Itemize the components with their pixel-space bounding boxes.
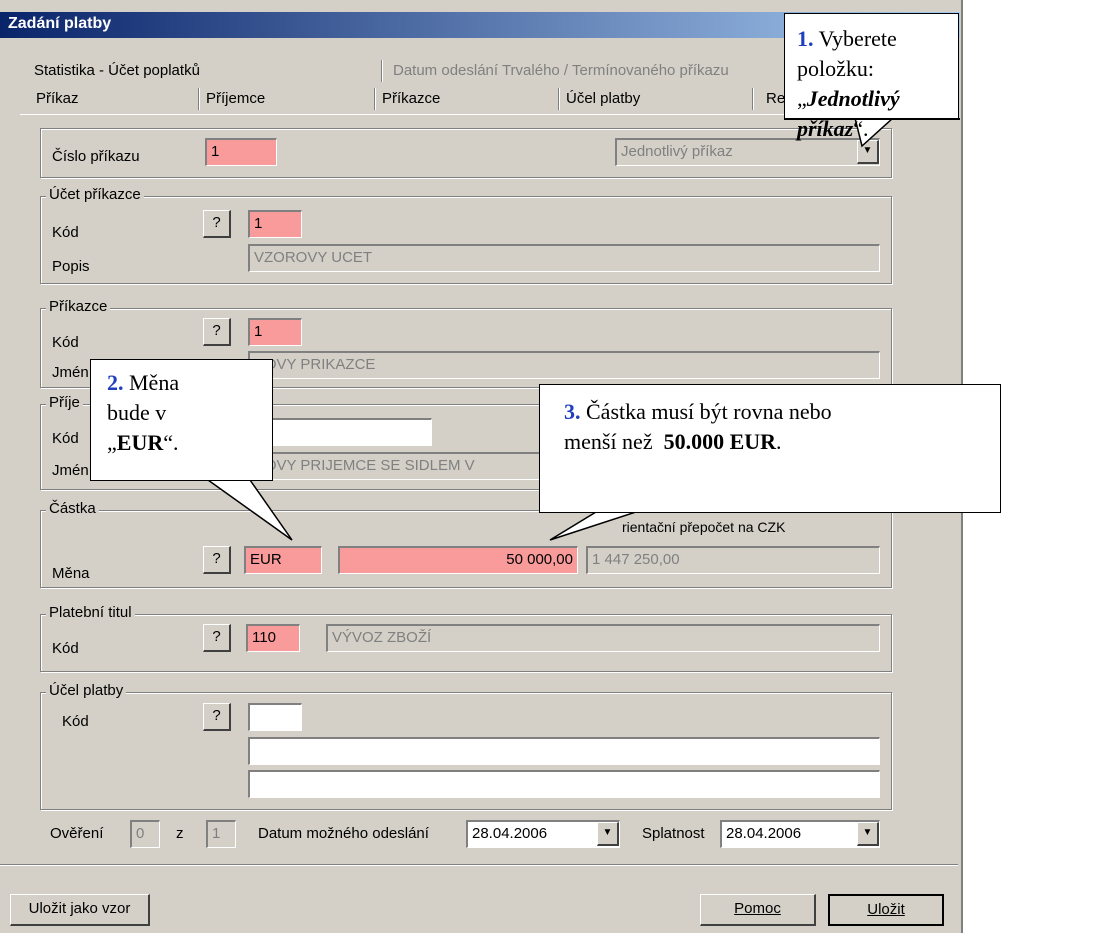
callout-2-bold: EUR — [116, 430, 164, 455]
prikazce-kod-label: Kód — [52, 334, 79, 351]
overeni-label: Ověření — [50, 825, 104, 842]
tab-separator — [374, 88, 376, 110]
callout-1-bottom — [784, 118, 960, 120]
ulozit-button[interactable]: Uložit — [828, 894, 944, 926]
prijemce-kod-label: Kód — [52, 430, 79, 447]
callout-2: 2. Měna bude v „EUR“. — [90, 359, 273, 481]
datum-label: Datum možného odeslání — [258, 825, 429, 842]
splatnost-select[interactable]: 28.04.2006 — [720, 820, 880, 848]
tab-ucel-platby[interactable]: Účel platby — [566, 90, 640, 107]
castka-input[interactable]: 50 000,00 — [338, 546, 578, 574]
callout-1: 1. Vyberete položku: „Jednotlivý příkaz“… — [784, 13, 959, 141]
ucel-kod-label: Kód — [62, 713, 89, 730]
callout-3-text: Částka musí být rovna nebo — [586, 399, 832, 424]
chevron-down-icon[interactable]: ▼ — [597, 822, 619, 846]
prijemce-jmeno-label: Jmén — [52, 462, 89, 479]
prikazce-kod-input[interactable]: 1 — [248, 318, 302, 346]
tab-prikazce[interactable]: Příkazce — [382, 90, 440, 107]
tab-re[interactable]: Re — [766, 90, 785, 107]
ulozit-jako-vzor-button[interactable]: Uložit jako vzor — [10, 894, 150, 926]
cislo-prikazu-input[interactable]: 1 — [205, 138, 277, 166]
mena-input[interactable]: EUR — [244, 546, 322, 574]
callout-3-text-2: menší než — [564, 429, 653, 454]
tab-separator — [752, 88, 754, 110]
titul-kod-input[interactable]: 110 — [246, 624, 300, 652]
ucet-prikazce-title: Účet příkazce — [46, 186, 144, 203]
ucel-platby-title: Účel platby — [46, 682, 127, 699]
ucet-popis-field: VZOROVY UCET — [248, 244, 880, 272]
tab-statistika[interactable]: Statistika - Účet poplatků — [34, 62, 200, 79]
prepocet-field: 1 447 250,00 — [586, 546, 880, 574]
prikazce-help-button[interactable]: ? — [203, 318, 231, 346]
tab-separator — [381, 60, 383, 82]
prikazce-jmeno-label: Jmén — [52, 364, 89, 381]
platebni-titul-title: Platební titul — [46, 604, 135, 621]
mena-help-button[interactable]: ? — [203, 546, 231, 574]
mena-label: Měna — [52, 565, 90, 582]
callout-2-text: Měna — [129, 370, 180, 395]
tab-separator — [558, 88, 560, 110]
prikazce-jmeno-field: ROVY PRIKAZCE — [248, 351, 880, 379]
ucet-kod-label: Kód — [52, 224, 79, 241]
ucet-help-button[interactable]: ? — [203, 210, 231, 238]
callout-3: 3. Částka musí být rovna nebo menší než … — [539, 384, 1001, 513]
ucel-help-button[interactable]: ? — [203, 703, 231, 731]
prepocet-label: rientační přepočet na CZK — [622, 519, 786, 535]
ucet-kod-input[interactable]: 1 — [248, 210, 302, 238]
titul-popis-field: VÝVOZ ZBOŽÍ — [326, 624, 880, 652]
ucel-text-line-1[interactable] — [248, 737, 880, 765]
callout-3-number: 3. — [564, 399, 581, 424]
callout-2-quote-open: „ — [107, 430, 117, 455]
callout-1-quote-close: “. — [853, 116, 869, 141]
ucet-popis-label: Popis — [52, 258, 90, 275]
callout-2-text-2: bude v — [107, 400, 167, 425]
z-label: z — [176, 825, 184, 842]
ucel-text-line-2[interactable] — [248, 770, 880, 798]
callout-1-bold: Jednotlivý příkaz — [797, 86, 900, 141]
callout-2-quote-close: “. — [163, 430, 179, 455]
prijemce-title: Příje — [46, 394, 83, 411]
prijemce-kod-input[interactable] — [248, 418, 432, 446]
titul-help-button[interactable]: ? — [203, 624, 231, 652]
callout-3-bold: 50.000 EUR — [663, 429, 777, 454]
ucel-kod-input[interactable] — [248, 703, 302, 731]
castka-title: Částka — [46, 500, 99, 517]
splatnost-label: Splatnost — [642, 825, 705, 842]
prikazce-title: Příkazce — [46, 298, 111, 315]
titul-kod-label: Kód — [52, 640, 79, 657]
tab-prijemce[interactable]: Příjemce — [206, 90, 265, 107]
overeni-field: 0 — [130, 820, 160, 848]
callout-2-number: 2. — [107, 370, 124, 395]
tab-datum-odeslani[interactable]: Datum odeslání Trvalého / Termínovaného … — [393, 62, 729, 79]
cislo-prikazu-label: Číslo příkazu — [52, 148, 140, 165]
window-title: Zadání platby — [8, 15, 112, 32]
z-field: 1 — [206, 820, 236, 848]
callout-1-number: 1. — [797, 26, 814, 51]
pomoc-button[interactable]: Pomoc — [700, 894, 816, 926]
callout-3-tail-text: . — [776, 429, 782, 454]
chevron-down-icon[interactable]: ▼ — [857, 822, 879, 846]
callout-1-quote-open: „ — [797, 86, 807, 111]
bottom-divider — [0, 864, 958, 866]
tab-separator — [198, 88, 200, 110]
tab-prikaz[interactable]: Příkaz — [36, 90, 79, 107]
